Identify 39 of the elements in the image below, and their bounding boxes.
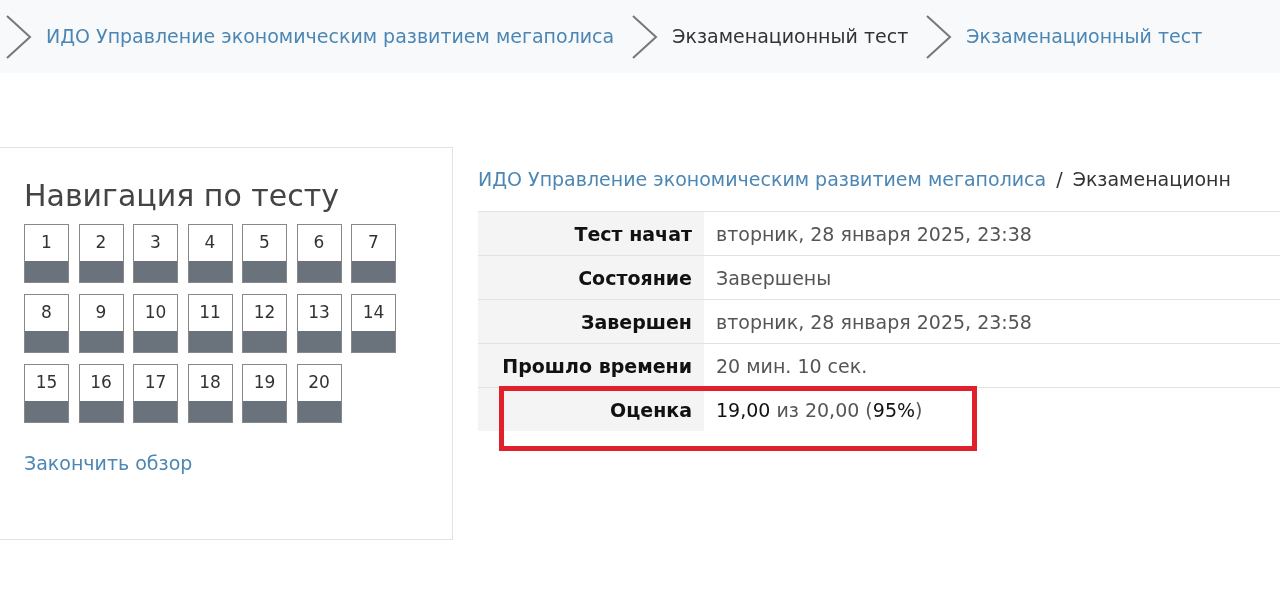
question-button[interactable]: 9 [78, 294, 124, 353]
row-value: 19,00 из 20,00 (95%) [704, 387, 1280, 431]
breadcrumb-link[interactable]: Экзаменационный тест [966, 22, 1203, 51]
chevron-icon [4, 13, 34, 60]
row-label: Прошло времени [478, 343, 704, 387]
question-button[interactable]: 19 [242, 364, 287, 423]
question-button[interactable]: 12 [242, 294, 287, 353]
question-button[interactable]: 5 [242, 224, 287, 283]
question-button[interactable]: 20 [296, 364, 342, 423]
question-button[interactable]: 8 [24, 294, 69, 353]
question-button[interactable]: 14 [351, 294, 396, 353]
row-value: 20 мин. 10 сек. [704, 343, 1280, 387]
question-button[interactable]: 11 [187, 294, 233, 353]
row-label: Состояние [478, 255, 704, 299]
panel-title: Навигация по тесту [24, 178, 340, 214]
question-button[interactable]: 1 [24, 224, 69, 283]
question-button[interactable]: 16 [78, 364, 124, 423]
finish-review-link[interactable]: Закончить обзор [24, 452, 193, 474]
question-button[interactable]: 4 [187, 224, 233, 283]
breadcrumb-link[interactable]: ИДО Управление экономическим развитием мегаполиса [478, 168, 1047, 190]
row-value: вторник, 28 января 2025, 23:58 [704, 299, 1280, 343]
breadcrumb-link[interactable]: ИДО Управление экономическим развитием мегаполиса [46, 22, 615, 51]
row-value: вторник, 28 января 2025, 23:38 [704, 211, 1280, 255]
row-value: Завершены [704, 255, 1280, 299]
question-button[interactable]: 13 [296, 294, 342, 353]
breadcrumb-separator: / [1056, 168, 1063, 190]
question-button[interactable]: 18 [187, 364, 233, 423]
question-button[interactable]: 3 [133, 224, 178, 283]
question-button[interactable]: 10 [133, 294, 178, 353]
breadcrumb-current: Экзаменационн [1072, 168, 1231, 190]
question-button[interactable]: 6 [296, 224, 342, 283]
question-button[interactable]: 2 [78, 224, 124, 283]
row-label: Завершен [478, 299, 704, 343]
question-button[interactable]: 15 [24, 364, 69, 423]
row-label: Оценка [478, 387, 704, 431]
row-label: Тест начат [478, 211, 704, 255]
question-button[interactable]: 7 [351, 224, 396, 283]
question-button[interactable]: 17 [133, 364, 178, 423]
breadcrumb-current: Экзаменационный тест [672, 24, 909, 50]
